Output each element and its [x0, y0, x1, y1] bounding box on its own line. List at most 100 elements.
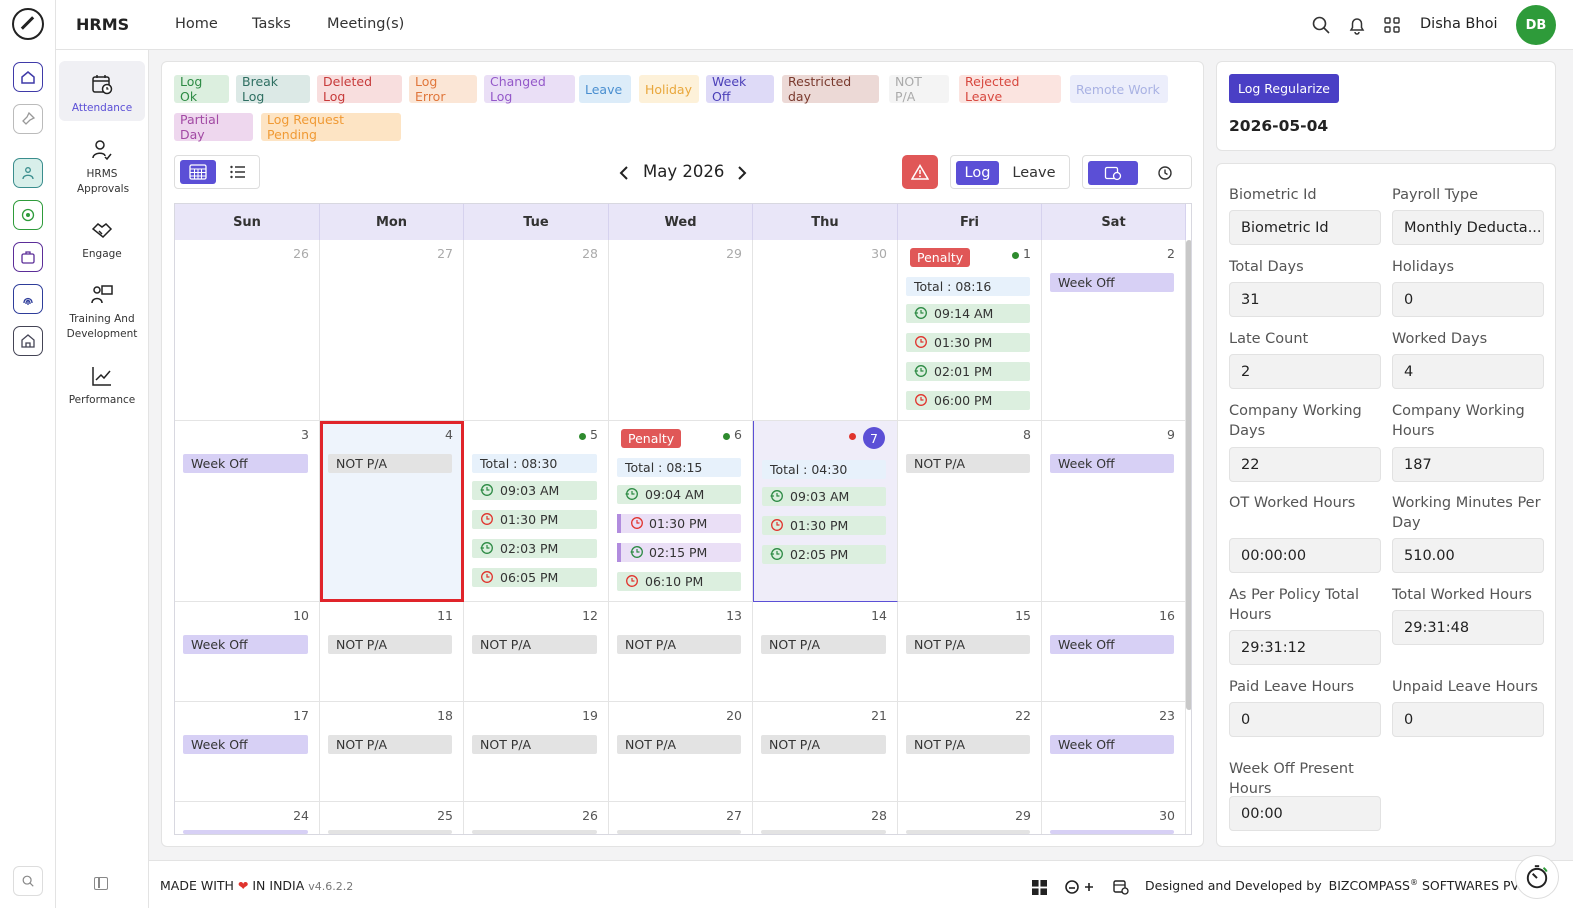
calendar-day-cell[interactable]: 27 [320, 240, 464, 421]
punch-log-chip[interactable]: 01:30 PM [762, 516, 886, 535]
punch-log-chip[interactable]: 02:03 PM [472, 539, 597, 558]
calendar-day-cell[interactable]: 22 NOT P/A [898, 702, 1042, 802]
punch-log-chip[interactable]: 09:03 AM [472, 481, 597, 500]
briefcase-rail-icon[interactable] [13, 242, 43, 272]
calendar-day-cell[interactable]: 24 [175, 802, 320, 834]
calendar-day-cell[interactable]: 8 NOT P/A [898, 421, 1042, 602]
punch-log-chip[interactable]: 06:05 PM [472, 568, 597, 587]
punch-time: 09:14 AM [934, 306, 994, 321]
prev-month-icon[interactable] [618, 165, 630, 181]
not-pa-chip: NOT P/A [761, 735, 886, 754]
calendar-day-cell[interactable]: 30 [753, 240, 898, 421]
support-add-icon[interactable] [1064, 879, 1094, 895]
calendar-day-cell[interactable]: 10 Week Off [175, 602, 320, 702]
calendar-day-cell[interactable]: 16 Week Off [1042, 602, 1186, 702]
punch-time: 01:30 PM [934, 335, 993, 350]
pin-rail-icon[interactable] [13, 104, 43, 134]
punch-log-chip[interactable]: 09:03 AM [762, 487, 886, 506]
punch-log-chip[interactable]: 02:05 PM [762, 545, 886, 564]
calendar-day-cell[interactable]: 30 [1042, 802, 1186, 834]
topnav-home[interactable]: Home [175, 16, 218, 32]
calendar-day-cell[interactable]: 26 [464, 802, 609, 834]
calendar-day-cell[interactable]: 14 NOT P/A [753, 602, 898, 702]
avatar[interactable]: DB [1516, 5, 1556, 45]
calendar-day-cell[interactable]: 17 Week Off [175, 702, 320, 802]
calendar-day-cell[interactable]: 26 [175, 240, 320, 421]
apps-grid-icon[interactable] [1382, 15, 1402, 35]
calendar-day-cell[interactable]: 28 [464, 240, 609, 421]
collapse-sidebar-icon[interactable] [94, 877, 108, 890]
nav-training[interactable]: Training And Development [59, 283, 145, 342]
team-rail-icon[interactable] [13, 158, 43, 188]
timer-fab[interactable] [1515, 855, 1559, 899]
calendar-day-cell[interactable]: 23 Week Off [1042, 702, 1186, 802]
calendar-day-cell[interactable]: 13 NOT P/A [609, 602, 753, 702]
punch-log-chip[interactable]: 01:30 PM [906, 333, 1030, 352]
home-rail-icon[interactable] [13, 62, 43, 92]
calendar-day-cell[interactable]: 27 [609, 802, 753, 834]
nav-engage[interactable]: Engage [59, 218, 145, 262]
bell-icon[interactable] [1347, 15, 1367, 35]
windows-icon[interactable] [1032, 880, 1047, 895]
nav-hrms-approvals[interactable]: HRMS Approvals [59, 138, 145, 197]
punch-log-chip[interactable]: 06:00 PM [906, 391, 1030, 410]
calendar-day-cell[interactable]: 25 [320, 802, 464, 834]
topnav-tasks[interactable]: Tasks [252, 16, 291, 32]
day-number: 1 [1023, 246, 1031, 261]
calendar-day-cell[interactable]: 12 NOT P/A [464, 602, 609, 702]
calendar-day-cell[interactable]: 5 Total : 08:30 09:03 AM 01:30 PM 02:03 PM 06… [464, 421, 609, 602]
log-tab[interactable]: Log [956, 161, 999, 185]
app-logo-icon[interactable] [12, 8, 44, 40]
punch-log-chip[interactable]: 09:04 AM [617, 485, 741, 504]
log-regularize-button[interactable]: Log Regularize [1229, 74, 1339, 103]
calendar-day-cell[interactable]: 2 Week Off [1042, 240, 1186, 421]
calendar-day-cell[interactable]: 18 NOT P/A [320, 702, 464, 802]
user-name[interactable]: Disha Bhoi [1420, 16, 1497, 32]
punch-log-chip[interactable]: 09:14 AM [906, 304, 1030, 323]
building-rail-icon[interactable] [13, 326, 43, 356]
calendar-scrollbar[interactable] [1186, 240, 1191, 710]
calendar-day-cell[interactable]: 6 Penalty Total : 08:15 09:04 AM 01:30 PM 02:… [609, 421, 753, 602]
list-view-button[interactable] [220, 160, 256, 184]
calendar-day-cell[interactable]: 20 NOT P/A [609, 702, 753, 802]
punch-log-chip[interactable]: 02:01 PM [906, 362, 1030, 381]
day-number: 20 [726, 708, 742, 723]
next-month-icon[interactable] [736, 165, 748, 181]
footer-designed-by: Designed and Developed by [1145, 878, 1322, 894]
stopwatch-icon [1526, 865, 1548, 889]
history-mode-button[interactable] [1143, 161, 1187, 185]
calendar-day-cell[interactable]: 15 NOT P/A [898, 602, 1042, 702]
punch-log-chip[interactable]: 02:15 PM [617, 543, 741, 562]
wellness-rail-icon[interactable] [13, 200, 43, 230]
leave-tab[interactable]: Leave [1003, 161, 1065, 185]
calendar-settings-icon[interactable] [1113, 879, 1129, 895]
calendar-day-cell[interactable]: 11 NOT P/A [320, 602, 464, 702]
alert-button[interactable] [902, 155, 938, 189]
calendar-view-button[interactable] [180, 160, 216, 184]
calendar-day-cell[interactable]: 4 NOT P/A [320, 421, 464, 602]
calendar-day-cell[interactable]: 28 [753, 802, 898, 834]
rail-search-icon[interactable] [13, 866, 43, 896]
legend-item: Break Log [236, 74, 310, 104]
punch-time: 02:05 PM [790, 547, 849, 562]
day-number: 13 [726, 608, 742, 623]
calendar-day-cell[interactable]: 21 NOT P/A [753, 702, 898, 802]
nav-performance[interactable]: Performance [59, 364, 145, 408]
calendar-mode-button[interactable] [1088, 161, 1138, 185]
fingerprint-rail-icon[interactable] [13, 284, 43, 314]
legend-item: Restricted day [782, 74, 879, 104]
calendar-day-cell[interactable]: 3 Week Off [175, 421, 320, 602]
calendar-day-cell[interactable]: 9 Week Off [1042, 421, 1186, 602]
summary-label: Holidays [1392, 259, 1455, 275]
nav-attendance[interactable]: Attendance [59, 61, 145, 121]
search-icon[interactable] [1311, 15, 1331, 35]
calendar-day-cell[interactable]: 1 Penalty Total : 08:16 09:14 AM 01:30 PM 02:… [898, 240, 1042, 421]
topnav-meetings[interactable]: Meeting(s) [327, 16, 404, 32]
punch-log-chip[interactable]: 01:30 PM [617, 514, 741, 533]
punch-log-chip[interactable]: 06:10 PM [617, 572, 741, 591]
calendar-day-cell[interactable]: 19 NOT P/A [464, 702, 609, 802]
calendar-day-cell[interactable]: 29 [898, 802, 1042, 834]
punch-log-chip[interactable]: 01:30 PM [472, 510, 597, 529]
calendar-day-cell[interactable]: 7 Total : 04:30 09:03 AM 01:30 PM 02:05 PM [753, 421, 898, 602]
calendar-day-cell[interactable]: 29 [609, 240, 753, 421]
